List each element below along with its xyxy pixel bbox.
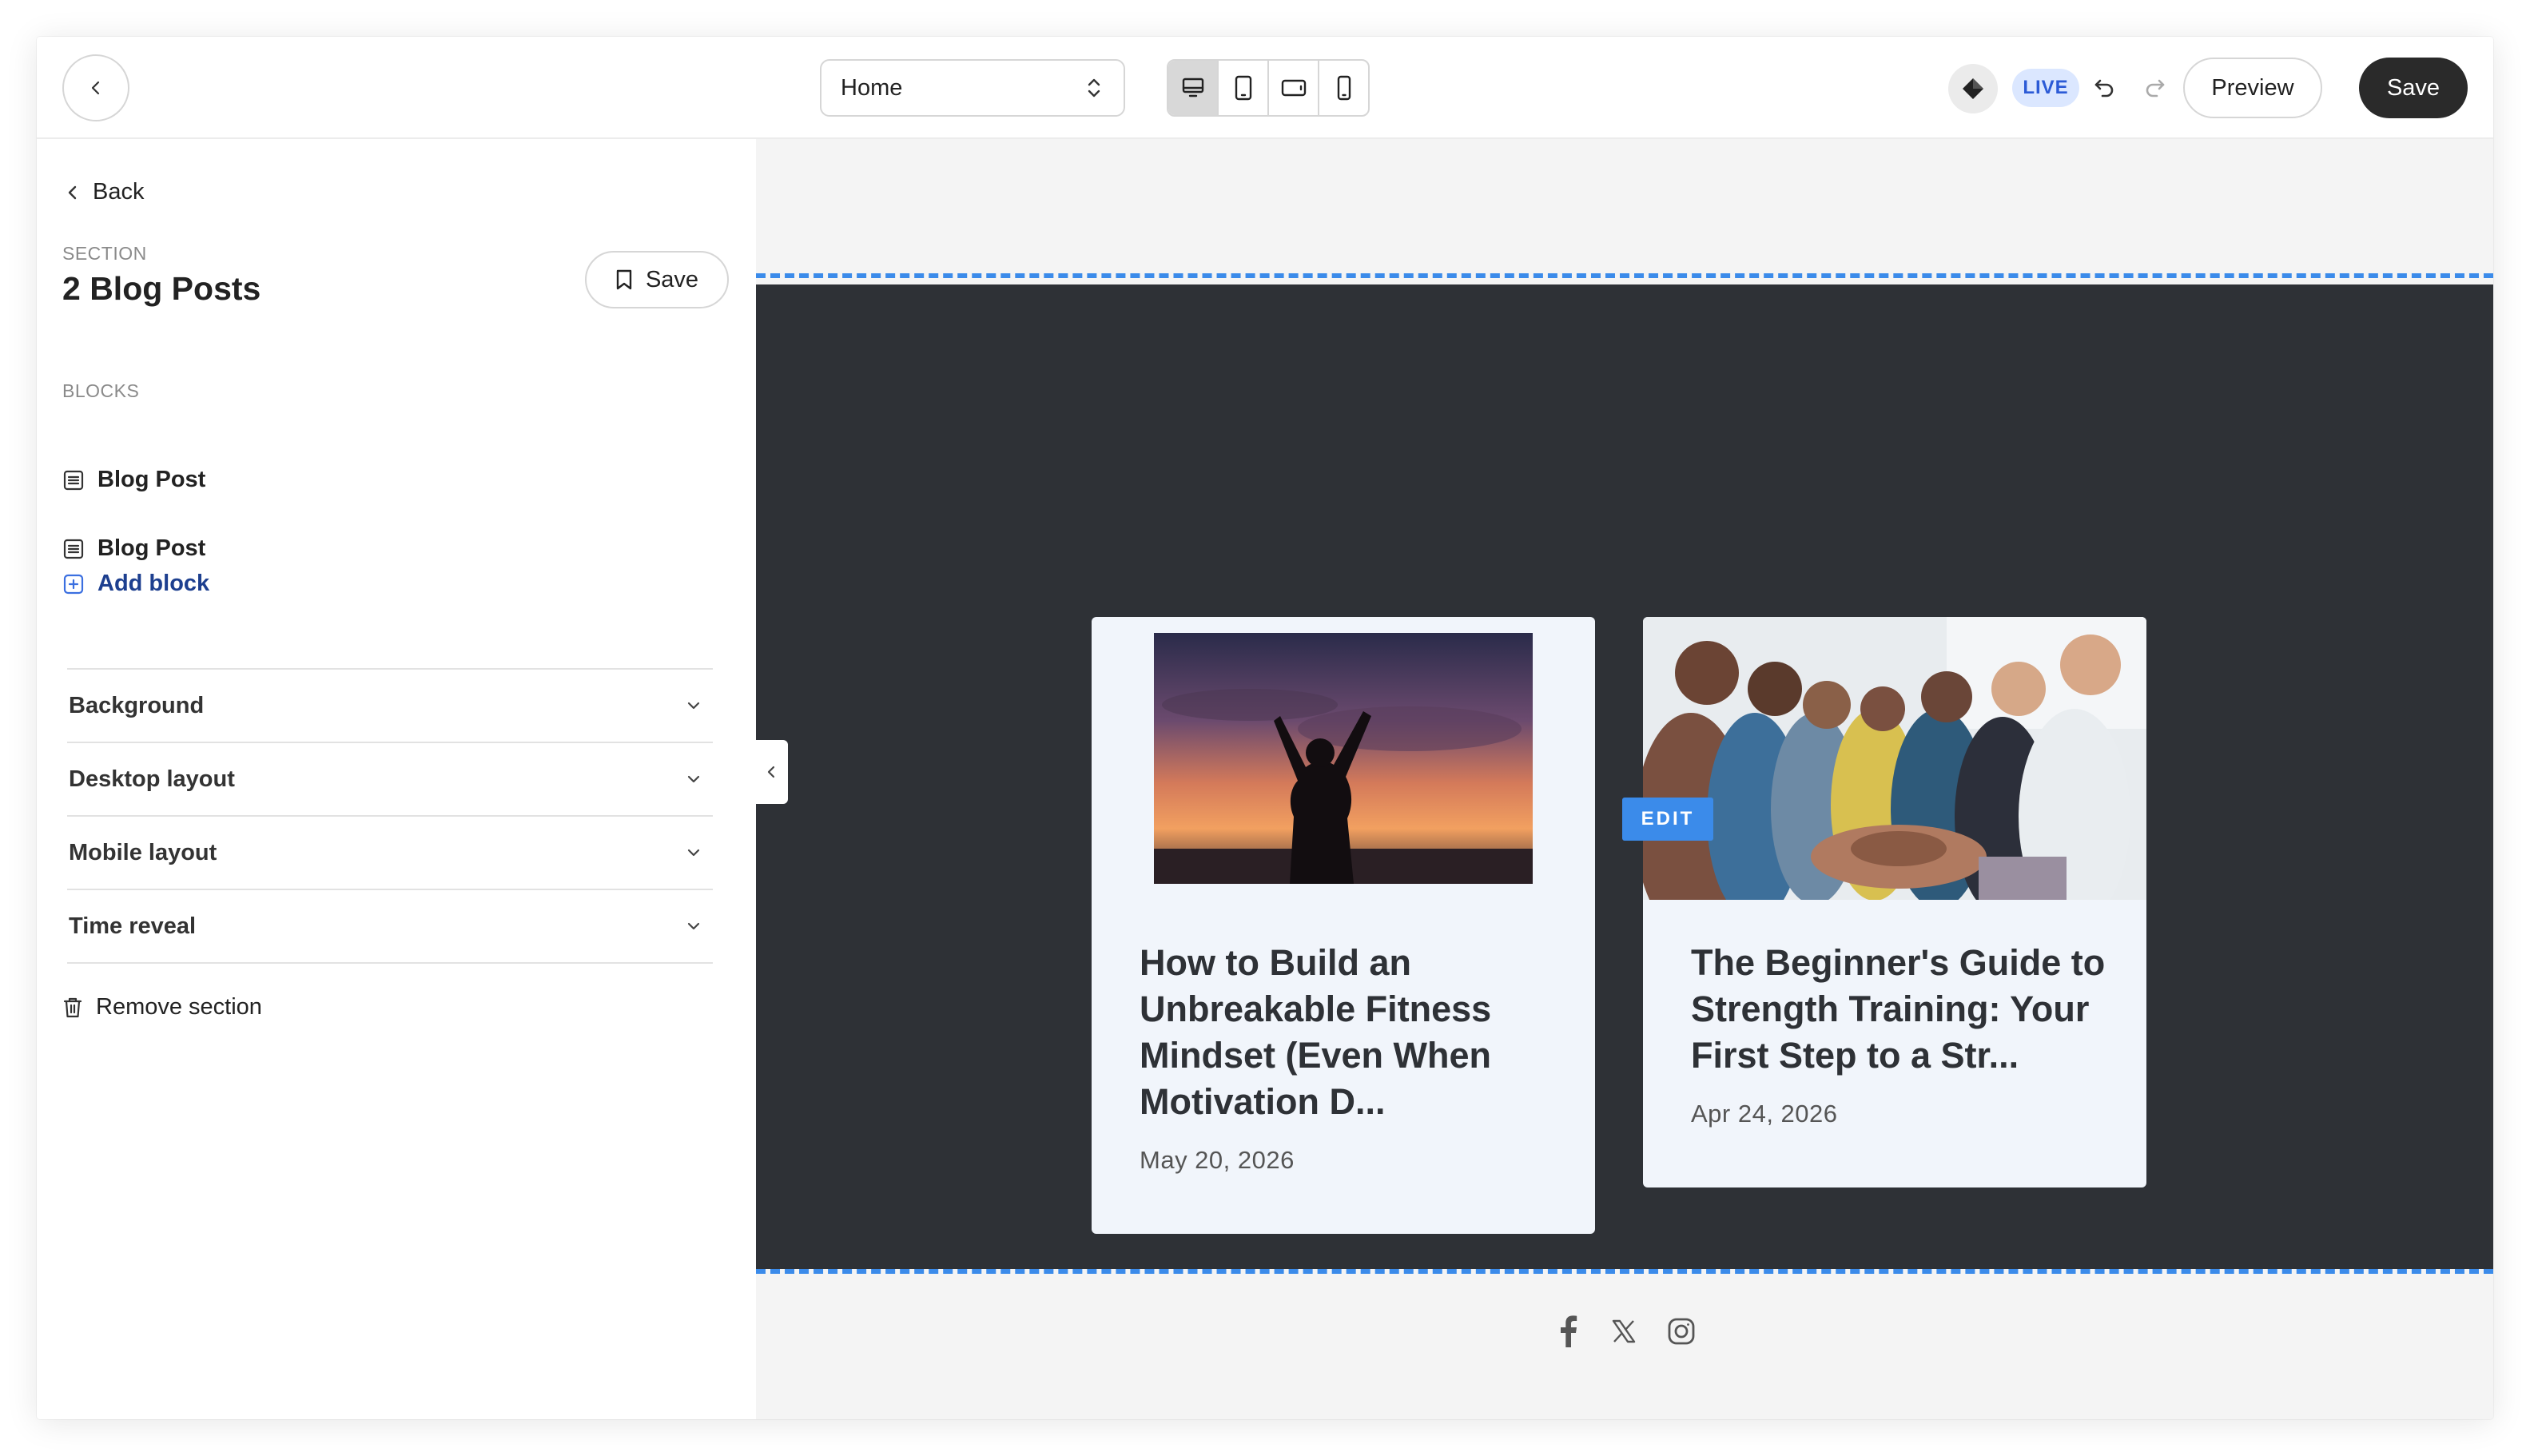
post-date: Apr 24, 2026 [1691, 1100, 1838, 1128]
accordion-label: Mobile layout [69, 839, 217, 865]
top-toolbar: Home LIVE Preview Save [37, 37, 2493, 139]
x-link[interactable] [1606, 1314, 1641, 1349]
device-mobile-button[interactable] [1319, 61, 1368, 115]
chevron-updown-icon [1084, 76, 1104, 100]
accordion-label: Desktop layout [69, 766, 235, 792]
edit-badge[interactable]: EDIT [1622, 798, 1713, 841]
add-block-label: Add block [97, 571, 210, 596]
trash-icon [63, 997, 82, 1017]
selected-section-border-top [756, 273, 2493, 278]
blocks-label: BLOCKS [62, 380, 140, 401]
device-tablet-button[interactable] [1219, 61, 1269, 115]
x-icon [1612, 1319, 1636, 1343]
block-label: Blog Post [97, 467, 206, 492]
post-title[interactable]: How to Build an Unbreakable Fitness Mind… [1140, 940, 1555, 1125]
add-block-button[interactable]: Add block [62, 571, 209, 597]
chevron-left-icon [767, 766, 775, 778]
save-button[interactable]: Save [2359, 58, 2468, 118]
undo-button[interactable] [2089, 72, 2121, 104]
facebook-link[interactable] [1550, 1314, 1585, 1349]
page-canvas: How to Build an Unbreakable Fitness Mind… [756, 139, 2493, 1419]
collapse-sidebar-button[interactable] [756, 740, 788, 804]
accordion-label: Time reveal [69, 913, 197, 939]
device-tablet-landscape-button[interactable] [1269, 61, 1319, 115]
accordion-desktop-layout[interactable]: Desktop layout [69, 743, 713, 815]
live-status-badge: LIVE [2012, 69, 2079, 107]
page-select[interactable]: Home [820, 59, 1125, 117]
page-select-value: Home [841, 74, 903, 101]
bookmark-icon [616, 269, 632, 290]
chevron-left-icon [91, 81, 100, 95]
accordion-label: Background [69, 692, 205, 718]
tablet-portrait-icon [1235, 75, 1251, 101]
section-label: SECTION [62, 243, 147, 264]
post-image-sunset-silhouette [1154, 633, 1533, 884]
exit-back-button[interactable] [62, 54, 129, 121]
chevron-down-icon [684, 843, 703, 862]
accordion-background[interactable]: Background [69, 670, 713, 742]
device-desktop-button[interactable] [1168, 61, 1219, 115]
block-item-blog-post-1[interactable]: Blog Post [62, 467, 205, 493]
mobile-icon [1337, 75, 1351, 101]
accordion-mobile-layout[interactable]: Mobile layout [69, 817, 713, 889]
post-title[interactable]: The Beginner's Guide to Strength Trainin… [1691, 940, 2106, 1079]
selected-section-border-bottom [756, 1269, 2493, 1274]
instagram-link[interactable] [1664, 1314, 1699, 1349]
post-date: May 20, 2026 [1140, 1146, 1295, 1174]
desktop-icon [1182, 78, 1203, 97]
divider [67, 962, 713, 964]
remove-section-label: Remove section [96, 994, 262, 1020]
block-item-blog-post-2[interactable]: Blog Post [62, 535, 205, 562]
blog-posts-section[interactable]: How to Build an Unbreakable Fitness Mind… [756, 284, 2493, 1269]
section-settings-sidebar: Back SECTION 2 Blog Posts Save BLOCKS Bl… [37, 139, 756, 1419]
redo-icon [2146, 79, 2165, 97]
device-switcher [1167, 59, 1370, 117]
chevron-down-icon [684, 770, 703, 789]
tablet-landscape-icon [1281, 79, 1306, 97]
blog-post-card[interactable]: The Beginner's Guide to Strength Trainin… [1643, 617, 2146, 1187]
diamond-icon [1963, 78, 1983, 99]
editor-app: Home LIVE Preview Save Back SECTION 2 Bl… [37, 37, 2493, 1419]
accordion-time-reveal[interactable]: Time reveal [69, 890, 713, 962]
list-block-icon [63, 539, 84, 559]
instagram-icon [1668, 1318, 1695, 1345]
undo-icon [2094, 79, 2114, 97]
redo-button[interactable] [2138, 72, 2170, 104]
facebook-icon [1561, 1315, 1577, 1347]
save-section-label: Save [645, 266, 699, 292]
list-block-icon [63, 470, 84, 490]
block-label: Blog Post [97, 535, 206, 561]
preview-button[interactable]: Preview [2183, 58, 2322, 118]
diamond-button[interactable] [1948, 64, 1998, 113]
back-label: Back [93, 179, 145, 205]
chevron-down-icon [684, 917, 703, 936]
chevron-down-icon [684, 696, 703, 715]
plus-square-icon [63, 574, 84, 594]
blog-post-card[interactable]: How to Build an Unbreakable Fitness Mind… [1092, 617, 1595, 1234]
save-section-button[interactable]: Save [585, 251, 729, 308]
post-image-group-hands [1643, 617, 2146, 900]
remove-section-button[interactable]: Remove section [62, 994, 262, 1020]
back-link[interactable]: Back [64, 179, 144, 205]
chevron-left-icon [68, 185, 77, 199]
section-title: 2 Blog Posts [62, 270, 261, 307]
